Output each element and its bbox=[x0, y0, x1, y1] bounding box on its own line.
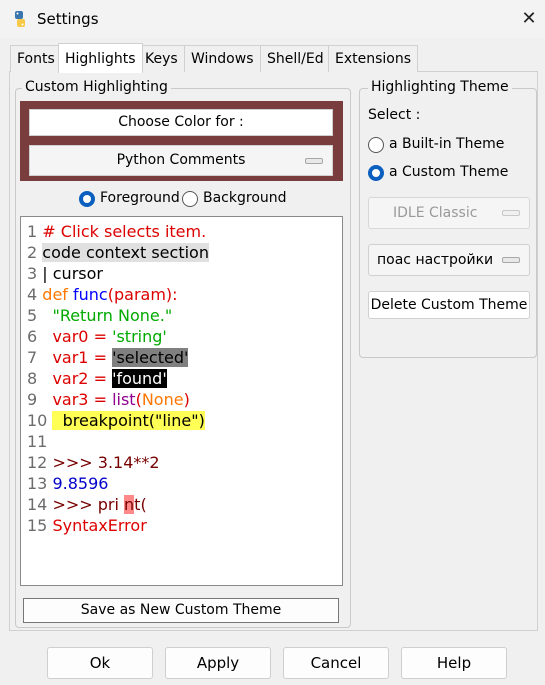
tab-extensions[interactable]: Extensions bbox=[328, 45, 419, 72]
select-label: Select : bbox=[368, 107, 421, 123]
line-number: 9 bbox=[27, 390, 38, 409]
choose-color-button[interactable]: Choose Color for : bbox=[29, 109, 333, 136]
window-title: Settings bbox=[37, 10, 99, 28]
background-label: Background bbox=[203, 190, 287, 206]
sample-token: var0 = bbox=[42, 327, 113, 346]
foreground-radio[interactable] bbox=[79, 191, 95, 207]
line-number: 13 bbox=[27, 474, 48, 493]
sample-line: 1 # Click selects item. bbox=[27, 221, 206, 242]
sample-token: # Click selects item. bbox=[42, 222, 207, 241]
sample-line: 3 | cursor bbox=[27, 263, 103, 284]
tab-highlights[interactable]: Highlights bbox=[58, 43, 143, 73]
builtin-theme-radio[interactable] bbox=[368, 137, 384, 153]
sample-token: 'selected' bbox=[112, 348, 189, 367]
sample-token: code context section bbox=[42, 243, 209, 262]
sample-token: "Return None." bbox=[52, 306, 173, 325]
sample-token: 'found' bbox=[112, 369, 167, 388]
menu-indicator-icon bbox=[502, 210, 520, 216]
sample-token bbox=[42, 306, 52, 325]
line-number: 3 bbox=[27, 264, 38, 283]
custom-theme-radio[interactable] bbox=[368, 165, 384, 181]
line-number: 14 bbox=[27, 495, 48, 514]
menu-indicator-icon bbox=[502, 257, 520, 263]
custom-theme-label: a Custom Theme bbox=[389, 164, 509, 180]
help-button[interactable]: Help bbox=[401, 647, 507, 679]
highlight-element-value: Python Comments bbox=[116, 152, 246, 168]
sample-token: var3 = bbox=[42, 390, 113, 409]
sample-token: var2 = bbox=[42, 369, 113, 388]
sample-token: (param): bbox=[107, 285, 178, 304]
line-number: 7 bbox=[27, 348, 38, 367]
sample-token: ) bbox=[183, 390, 190, 409]
foreground-label: Foreground bbox=[100, 190, 180, 206]
highlighting-theme-label: Highlighting Theme bbox=[368, 79, 512, 95]
line-number: 6 bbox=[27, 327, 38, 346]
sample-line: 2 code context section bbox=[27, 242, 209, 263]
highlight-sample-text[interactable]: 1 # Click selects item. 2 code context se… bbox=[20, 216, 343, 586]
background-radio[interactable] bbox=[182, 191, 198, 207]
tab-shell-ed[interactable]: Shell/Ed bbox=[260, 45, 331, 72]
sample-line: 10 breakpoint("line") bbox=[27, 410, 205, 431]
sample-line: 9 var3 = list(None) bbox=[27, 389, 190, 410]
save-custom-theme-button[interactable]: Save as New Custom Theme bbox=[23, 598, 339, 623]
line-number: 11 bbox=[27, 432, 48, 451]
tab-windows[interactable]: Windows bbox=[184, 45, 261, 72]
sample-token: >>> pri bbox=[52, 495, 125, 514]
sample-line: 11 bbox=[27, 431, 52, 452]
sample-token: n bbox=[124, 495, 135, 514]
sample-token: 9.8596 bbox=[52, 474, 109, 493]
sample-line: 6 var0 = 'string' bbox=[27, 326, 167, 347]
sample-token: var1 = bbox=[42, 348, 113, 367]
highlight-element-menu[interactable]: Python Comments bbox=[29, 145, 333, 176]
sample-token: breakpoint("line") bbox=[52, 411, 205, 430]
menu-indicator-icon bbox=[305, 158, 323, 164]
line-number: 5 bbox=[27, 306, 38, 325]
apply-button[interactable]: Apply bbox=[165, 647, 271, 679]
custom-theme-value: поас настройки bbox=[377, 252, 494, 268]
sample-line: 15 SyntaxError bbox=[27, 515, 147, 536]
sample-token: None bbox=[141, 390, 184, 409]
sample-token: >>> 3.14**2 bbox=[52, 453, 160, 472]
sample-token: t( bbox=[134, 495, 147, 514]
sample-line: 12 >>> 3.14**2 bbox=[27, 452, 160, 473]
sample-line: 8 var2 = 'found' bbox=[27, 368, 167, 389]
sample-token: SyntaxError bbox=[52, 516, 147, 535]
sample-line: 7 var1 = 'selected' bbox=[27, 347, 189, 368]
sample-line: 5 "Return None." bbox=[27, 305, 172, 326]
sample-token: | cursor bbox=[42, 264, 103, 283]
python-icon bbox=[12, 11, 28, 27]
sample-line: 14 >>> pri nt( bbox=[27, 494, 147, 515]
line-number: 12 bbox=[27, 453, 48, 472]
line-number: 10 bbox=[27, 411, 48, 430]
sample-line: 13 9.8596 bbox=[27, 473, 108, 494]
line-number: 4 bbox=[27, 285, 38, 304]
sample-token: def bbox=[42, 285, 68, 304]
sample-line: 4 def func(param): bbox=[27, 284, 178, 305]
line-number: 8 bbox=[27, 369, 38, 388]
cancel-button[interactable]: Cancel bbox=[283, 647, 389, 679]
builtin-theme-value: IDLE Classic bbox=[393, 205, 478, 221]
delete-custom-theme-button[interactable]: Delete Custom Theme bbox=[368, 291, 530, 319]
line-number: 1 bbox=[27, 222, 38, 241]
sample-token: func bbox=[73, 285, 108, 304]
tab-fonts[interactable]: Fonts bbox=[10, 45, 62, 72]
line-number: 15 bbox=[27, 516, 48, 535]
sample-token: 'string' bbox=[112, 327, 167, 346]
ok-button[interactable]: Ok bbox=[47, 647, 153, 679]
custom-highlighting-label: Custom Highlighting bbox=[22, 79, 171, 95]
close-button[interactable]: ✕ bbox=[516, 7, 542, 31]
line-number: 2 bbox=[27, 243, 38, 262]
sample-token: list bbox=[112, 390, 136, 409]
tab-keys[interactable]: Keys bbox=[138, 45, 185, 72]
builtin-theme-label: a Built-in Theme bbox=[389, 136, 505, 152]
